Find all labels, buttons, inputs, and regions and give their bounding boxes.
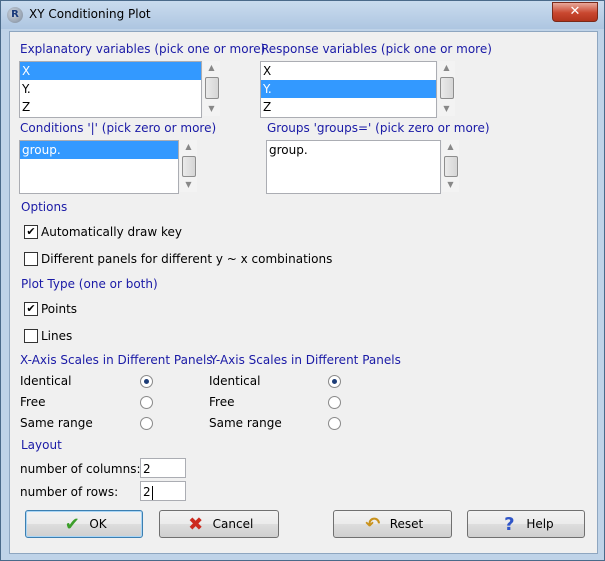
x-scale-free-radio[interactable] xyxy=(140,396,153,409)
points-checkbox[interactable]: ✔ xyxy=(24,302,38,316)
cancel-button[interactable]: ✖ Cancel xyxy=(159,510,279,538)
points-label: Points xyxy=(41,302,78,316)
columns-input[interactable]: 2 xyxy=(140,458,186,478)
lines-label: Lines xyxy=(41,329,73,343)
explanatory-item-y[interactable]: Y. xyxy=(20,80,201,98)
options-heading: Options xyxy=(21,200,68,214)
x-scale-identical-radio[interactable] xyxy=(140,375,153,388)
scroll-down-arrow-icon[interactable]: ▼ xyxy=(203,102,220,116)
rows-input[interactable]: 2 xyxy=(140,481,186,501)
scroll-down-arrow-icon[interactable]: ▼ xyxy=(438,102,455,116)
help-button[interactable]: ? Help xyxy=(467,510,585,538)
x-icon: ✖ xyxy=(188,513,204,535)
groups-item-group[interactable]: group. xyxy=(267,141,440,159)
response-listbox[interactable]: X Y. Z xyxy=(260,61,437,118)
response-item-x[interactable]: X xyxy=(261,62,436,80)
conditions-item-group[interactable]: group. xyxy=(20,141,178,159)
reset-button-label: Reset xyxy=(389,517,424,531)
x-scale-free-label: Free xyxy=(20,395,46,409)
x-scales-heading: X-Axis Scales in Different Panels xyxy=(20,353,213,367)
question-icon: ? xyxy=(504,513,515,535)
explanatory-label: Explanatory variables (pick one or more) xyxy=(20,42,266,56)
explanatory-item-z[interactable]: Z xyxy=(20,98,201,116)
window-title: XY Conditioning Plot xyxy=(29,7,151,21)
diff-panels-label: Different panels for different y ~ x com… xyxy=(41,252,333,266)
scroll-down-arrow-icon[interactable]: ▼ xyxy=(180,178,197,192)
conditions-listbox[interactable]: group. xyxy=(19,140,179,194)
scroll-down-arrow-icon[interactable]: ▼ xyxy=(442,178,459,192)
y-scales-heading: Y-Axis Scales in Different Panels xyxy=(210,353,401,367)
r-logo-icon: R xyxy=(7,7,23,23)
rows-label: number of rows: xyxy=(20,485,119,499)
layout-heading: Layout xyxy=(21,438,62,452)
explanatory-listbox[interactable]: X Y. Z xyxy=(19,61,202,118)
groups-label: Groups 'groups=' (pick zero or more) xyxy=(267,121,490,135)
auto-key-checkbox[interactable]: ✔ xyxy=(24,225,38,239)
response-item-y[interactable]: Y. xyxy=(261,80,436,98)
conditions-scrollbar[interactable]: ▲ ▼ xyxy=(180,140,197,192)
y-scale-same-range-label: Same range xyxy=(209,416,282,430)
undo-arrow-icon: ↶ xyxy=(365,513,381,535)
dialog-body: Explanatory variables (pick one or more)… xyxy=(9,31,598,554)
scroll-thumb[interactable] xyxy=(205,77,219,99)
response-scrollbar[interactable]: ▲ ▼ xyxy=(438,61,455,116)
title-bar[interactable]: R XY Conditioning Plot ✕ xyxy=(1,1,604,29)
x-scale-identical-label: Identical xyxy=(20,374,72,388)
lines-checkbox[interactable] xyxy=(24,329,38,343)
y-scale-same-range-radio[interactable] xyxy=(328,417,341,430)
scroll-up-arrow-icon[interactable]: ▲ xyxy=(180,140,197,154)
columns-label: number of columns: xyxy=(20,462,141,476)
diff-panels-checkbox[interactable] xyxy=(24,252,38,266)
response-label: Response variables (pick one or more) xyxy=(261,42,492,56)
dialog-window: R XY Conditioning Plot ✕ Explanatory var… xyxy=(0,0,605,561)
text-caret xyxy=(151,485,153,500)
ok-button-label: OK xyxy=(89,517,107,531)
help-button-label: Help xyxy=(526,517,554,531)
cancel-button-label: Cancel xyxy=(212,517,254,531)
close-button[interactable]: ✕ xyxy=(552,2,598,22)
explanatory-item-x[interactable]: X xyxy=(20,62,201,80)
explanatory-scrollbar[interactable]: ▲ ▼ xyxy=(203,61,220,116)
scroll-thumb[interactable] xyxy=(182,156,196,177)
rows-input-value: 2 xyxy=(143,485,151,499)
check-icon: ✔ xyxy=(64,513,80,535)
close-icon: ✕ xyxy=(569,4,581,19)
groups-scrollbar[interactable]: ▲ ▼ xyxy=(442,140,459,192)
response-item-z[interactable]: Z xyxy=(261,98,436,116)
scroll-up-arrow-icon[interactable]: ▲ xyxy=(203,61,220,75)
auto-key-label: Automatically draw key xyxy=(41,225,183,239)
conditions-label: Conditions '|' (pick zero or more) xyxy=(20,121,217,135)
y-scale-identical-label: Identical xyxy=(209,374,261,388)
y-scale-identical-radio[interactable] xyxy=(328,375,341,388)
x-scale-same-range-label: Same range xyxy=(20,416,93,430)
plot-type-heading: Plot Type (one or both) xyxy=(21,277,158,291)
scroll-thumb[interactable] xyxy=(444,156,458,177)
ok-button[interactable]: ✔ OK xyxy=(25,510,143,538)
y-scale-free-label: Free xyxy=(209,395,235,409)
reset-button[interactable]: ↶ Reset xyxy=(333,510,452,538)
scroll-thumb[interactable] xyxy=(440,77,454,99)
scroll-up-arrow-icon[interactable]: ▲ xyxy=(438,61,455,75)
y-scale-free-radio[interactable] xyxy=(328,396,341,409)
scroll-up-arrow-icon[interactable]: ▲ xyxy=(442,140,459,154)
x-scale-same-range-radio[interactable] xyxy=(140,417,153,430)
groups-listbox[interactable]: group. xyxy=(266,140,441,194)
